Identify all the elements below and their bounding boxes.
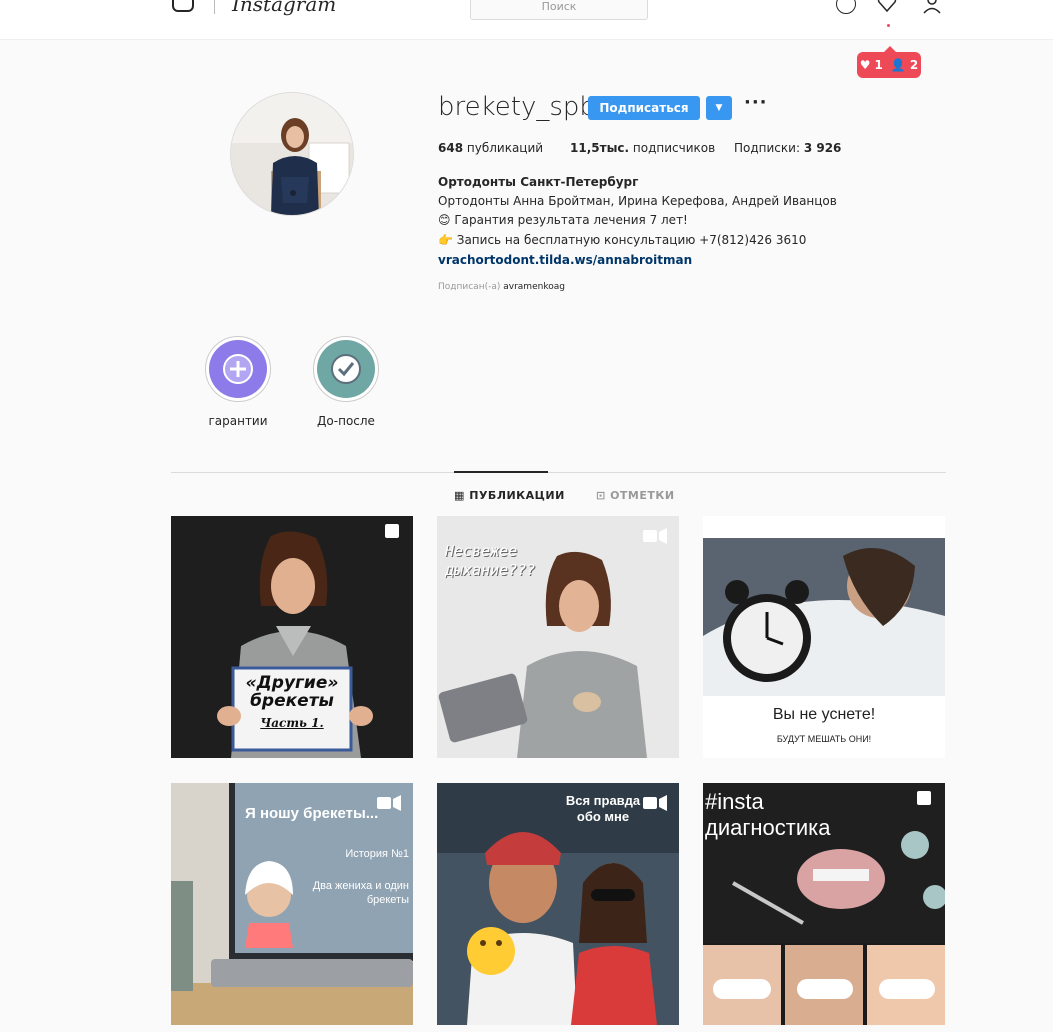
post-caption-title: Я ношу брекеты...	[245, 805, 379, 822]
posts-label: публикаций	[466, 141, 544, 155]
person-icon: 👤	[890, 58, 906, 72]
post-tile[interactable]: Вся правда обо мне	[437, 783, 679, 1025]
tab-label: ПУБЛИКАЦИИ	[469, 489, 565, 502]
likes-count: 1	[874, 58, 883, 72]
more-options-button[interactable]: ···	[744, 92, 768, 113]
post-caption: Несвежее дыхание???	[445, 542, 535, 580]
followers-label: подписчиков	[632, 141, 716, 155]
logo-divider	[214, 0, 215, 14]
top-nav-bar: Instagram Поиск	[0, 0, 1053, 40]
caption-line-1: Несвежее	[445, 542, 518, 560]
tabs-divider	[171, 472, 946, 473]
profile-avatar[interactable]	[230, 92, 354, 216]
sign-line-2: брекеты	[250, 691, 334, 711]
caption-line-3: брекеты	[366, 894, 409, 906]
post-tile[interactable]: Я ношу брекеты... История №1 Два жениха …	[171, 783, 413, 1025]
bio-line-1: Ортодонты Анна Бройтман, Ирина Керефова,…	[438, 194, 837, 208]
sign-line-3: Часть 1.	[260, 716, 324, 730]
tab-label: ОТМЕТКИ	[610, 489, 675, 502]
activity-heart-icon[interactable]	[877, 0, 897, 14]
notification-dot	[887, 24, 890, 27]
avatar-image	[231, 93, 353, 215]
sign-line-1: «Другие»	[245, 673, 339, 693]
caption-line-2: Два жениха и один	[312, 880, 409, 892]
followers-count: 2	[909, 58, 919, 72]
plus-circle-icon	[223, 354, 253, 384]
caption-line-2: диагностика	[705, 815, 831, 840]
post-tile[interactable]: Несвежее дыхание???	[437, 516, 679, 758]
profile-user-icon[interactable]	[922, 0, 942, 14]
suggestions-dropdown-button[interactable]: ▼	[706, 96, 732, 120]
followers-count: 11,5тыс.	[570, 141, 630, 155]
tag-icon: ⊡	[596, 489, 606, 502]
caption-line-2: обо мне	[576, 809, 630, 824]
highlight-cover	[317, 340, 375, 398]
caption-line-1: История №1	[345, 848, 409, 860]
instagram-logo[interactable]: Instagram	[232, 0, 336, 16]
following-stat[interactable]: Подписки: 3 926	[734, 141, 841, 155]
post-sign-text: «Другие» брекеты Часть 1.	[233, 674, 351, 732]
post-tile[interactable]: Вы не уснете! БУДУТ МЕШАТЬ ОНИ!	[703, 516, 945, 758]
highlight-label: гарантии	[208, 414, 268, 428]
post-caption: Вся правда обо мне	[549, 793, 657, 825]
caption-line-1: #insta	[705, 789, 764, 814]
followers-stat[interactable]: 11,5тыс. подписчиков	[570, 141, 715, 155]
posts-stat: 648 публикаций	[438, 141, 543, 155]
post-caption-sub: БУДУТ МЕШАТЬ ОНИ!	[776, 734, 872, 744]
explore-compass-icon[interactable]	[836, 0, 856, 14]
search-input[interactable]: Поиск	[470, 0, 648, 20]
tab-tagged[interactable]: ⊡ ОТМЕТКИ	[596, 489, 675, 502]
highlight-do-posle[interactable]	[313, 336, 379, 402]
chevron-down-icon: ▼	[715, 103, 723, 113]
heart-icon: ♥	[859, 58, 871, 72]
grid-icon: ▦	[454, 489, 465, 502]
caption-line-2: дыхание???	[445, 561, 536, 579]
posts-count: 648	[438, 141, 464, 155]
check-circle-icon	[331, 354, 361, 384]
profile-username: brekety_spb	[438, 92, 596, 122]
followed-by-user: avramenkoag	[503, 282, 565, 292]
bio-line-3: 👉 Запись на бесплатную консультацию +7(8…	[438, 233, 807, 247]
caption-line-1: Вся правда	[565, 793, 641, 808]
tab-publications[interactable]: ▦ ПУБЛИКАЦИИ	[454, 489, 565, 502]
instagram-camera-icon[interactable]	[172, 0, 194, 12]
post-tile[interactable]: #insta диагностика	[703, 783, 945, 1025]
bio-website-link[interactable]: vrachortodont.tilda.ws/annabroitman	[438, 253, 692, 267]
bio-line-2: 😊 Гарантия результата лечения 7 лет!	[438, 213, 688, 227]
followed-by-prefix: Подписан(-а)	[438, 282, 501, 292]
highlight-label: До-после	[317, 414, 375, 428]
highlight-garantii[interactable]	[205, 336, 271, 402]
profile-full-name: Ортодонты Санкт-Петербург	[438, 175, 639, 189]
notification-badge[interactable]: ♥ 1 👤 2	[857, 46, 921, 78]
active-tab-indicator	[454, 471, 548, 473]
following-count: 3 926	[803, 141, 842, 155]
highlight-cover	[209, 340, 267, 398]
post-caption: История №1 Два жениха и один брекеты	[269, 847, 409, 907]
following-label: Подписки:	[734, 141, 800, 155]
post-caption-title: Вы не уснете!	[772, 706, 876, 723]
follow-button[interactable]: Подписаться	[588, 96, 700, 120]
post-caption: #insta диагностика	[705, 789, 830, 841]
followed-by[interactable]: Подписан(-а) avramenkoag	[438, 282, 565, 292]
post-tile[interactable]: «Другие» брекеты Часть 1.	[171, 516, 413, 758]
